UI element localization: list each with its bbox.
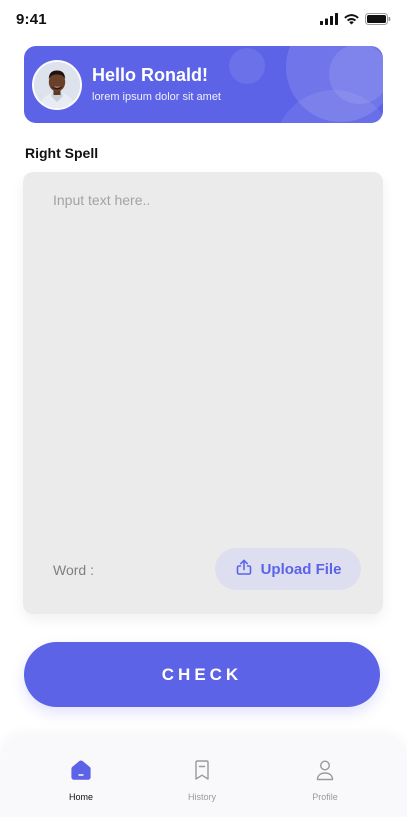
check-button[interactable]: CHECK (24, 642, 380, 707)
nav-label-history: History (187, 792, 216, 802)
status-bar: 9:41 (0, 0, 407, 40)
wifi-icon (343, 13, 360, 25)
bottom-nav: Home History Profile (0, 737, 407, 817)
text-input[interactable] (47, 188, 357, 528)
greeting-card: Hello Ronald! lorem ipsum dolor sit amet (24, 46, 383, 123)
nav-label-home: Home (68, 792, 93, 802)
avatar[interactable] (32, 60, 82, 110)
battery-icon (365, 13, 391, 25)
greeting-subtitle: lorem ipsum dolor sit amet (92, 91, 221, 103)
status-time: 9:41 (16, 11, 47, 28)
home-icon (70, 759, 92, 786)
nav-item-profile[interactable]: Profile (285, 759, 365, 802)
cellular-signal-icon (320, 13, 338, 25)
word-count-label: Word : (53, 562, 94, 578)
status-icons (320, 13, 391, 25)
decorative-circle (229, 48, 265, 84)
bookmark-icon (191, 759, 213, 786)
nav-item-home[interactable]: Home (41, 759, 121, 802)
upload-file-button[interactable]: Upload File (215, 548, 361, 590)
greeting-title: Hello Ronald! (92, 65, 208, 85)
nav-label-profile: Profile (312, 792, 338, 802)
user-icon (314, 759, 336, 786)
upload-icon (235, 558, 253, 581)
upload-file-label: Upload File (260, 560, 342, 578)
nav-item-history[interactable]: History (162, 759, 242, 802)
text-input-card: Word : Upload File (23, 172, 383, 614)
section-title: Right Spell (25, 145, 99, 161)
